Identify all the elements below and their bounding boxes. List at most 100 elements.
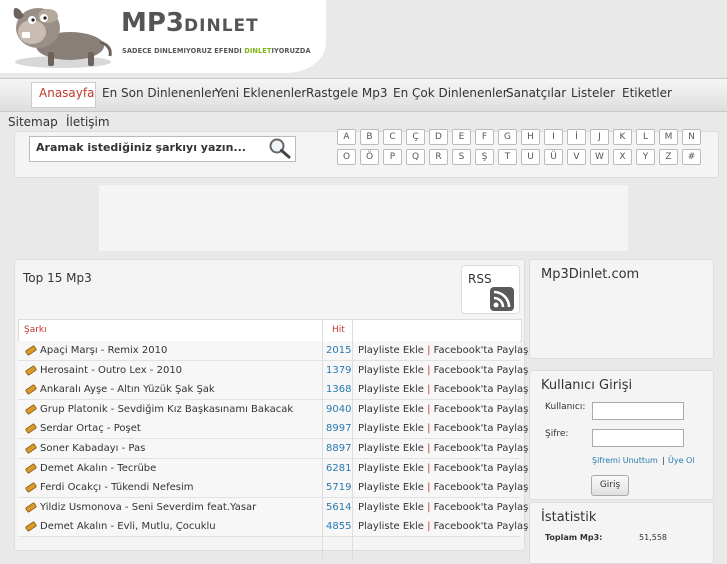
letter-button[interactable]: L — [636, 129, 655, 145]
song-title-link[interactable]: Herosaint - Outro Lex - 2010 — [40, 365, 182, 376]
letter-button[interactable]: D — [429, 129, 448, 145]
add-to-playlist-link[interactable]: Playliste Ekle — [358, 404, 424, 415]
letter-button[interactable]: S — [452, 149, 471, 165]
song-title-link[interactable]: Serdar Ortaç - Poşet — [40, 423, 141, 434]
letter-button[interactable]: J — [590, 129, 609, 145]
nav-item-en-cok-dinlenenler[interactable]: En Çok Dinlenenler — [393, 86, 508, 100]
row-actions: Playliste Ekle | Facebook'ta Paylaş — [358, 345, 528, 356]
letter-button[interactable]: P — [383, 149, 402, 165]
table-row: Demet Akalın - Evli, Mutlu, Çocuklu 4855 P… — [18, 517, 528, 538]
song-title-link[interactable]: Demet Akalın - Evli, Mutlu, Çocuklu — [40, 521, 216, 532]
letter-button[interactable]: Ü — [544, 149, 563, 165]
site-title: Mp3Dinlet.com — [541, 267, 640, 282]
password-field[interactable] — [592, 429, 684, 447]
table-row: Soner Kabadayı - Pas 8897 Playliste Ekle |… — [18, 439, 528, 459]
sheep-mascot-icon — [13, 8, 112, 68]
password-label: Şifre: — [545, 429, 569, 439]
nav-item-listeler[interactable]: Listeler — [571, 86, 615, 100]
rss-icon[interactable] — [490, 287, 514, 311]
letter-button[interactable]: Q — [406, 149, 425, 165]
table-row: Ankaralı Ayşe - Altın Yüzük Şak Şak 13681… — [18, 380, 528, 401]
letter-button[interactable]: E — [452, 129, 471, 145]
share-facebook-link[interactable]: Facebook'ta Paylaş — [434, 365, 529, 376]
row-actions: Playliste Ekle | Facebook'ta Paylaş — [358, 502, 528, 513]
letter-button[interactable]: M — [659, 129, 678, 145]
share-facebook-link[interactable]: Facebook'ta Paylaş — [434, 482, 529, 493]
add-to-playlist-link[interactable]: Playliste Ekle — [358, 443, 424, 454]
letter-button[interactable]: I — [544, 129, 563, 145]
site-logo[interactable]: MP3DINLET — [121, 8, 259, 38]
letter-button[interactable]: B — [360, 129, 379, 145]
nav-item-anasayfa[interactable]: Anasayfa — [39, 86, 94, 100]
action-separator: | — [423, 403, 434, 415]
share-facebook-link[interactable]: Facebook'ta Paylaş — [434, 443, 529, 454]
share-facebook-link[interactable]: Facebook'ta Paylaş — [434, 384, 529, 395]
share-facebook-link[interactable]: Facebook'ta Paylaş — [434, 463, 529, 474]
letter-button[interactable]: W — [590, 149, 609, 165]
column-divider — [352, 319, 353, 559]
iletisim-link[interactable]: İletişim — [66, 115, 110, 129]
nav-item-yeni-eklenenler[interactable]: Yeni Eklenenler — [215, 86, 306, 100]
forgot-password-link[interactable]: Şifremi Unuttum — [592, 456, 658, 465]
share-facebook-link[interactable]: Facebook'ta Paylaş — [434, 345, 529, 356]
search-placeholder: Aramak istediğiniz şarkıyı yazın... — [36, 141, 246, 154]
letter-button[interactable]: Ö — [360, 149, 379, 165]
add-to-playlist-link[interactable]: Playliste Ekle — [358, 365, 424, 376]
register-link[interactable]: Üye Ol — [668, 456, 695, 465]
song-title-link[interactable]: Demet Akalın - Tecrübe — [40, 463, 156, 474]
column-header-song[interactable]: Şarkı — [24, 325, 47, 335]
letter-button[interactable]: A — [337, 129, 356, 145]
letter-button[interactable]: K — [613, 129, 632, 145]
letter-button[interactable]: T — [498, 149, 517, 165]
table-row: Demet Akalın - Tecrübe 6281 Playliste Ekle… — [18, 458, 528, 479]
action-separator: | — [423, 482, 434, 494]
share-facebook-link[interactable]: Facebook'ta Paylaş — [434, 521, 529, 532]
letter-button[interactable]: R — [429, 149, 448, 165]
column-header-hit[interactable]: Hit — [332, 325, 345, 335]
letter-button[interactable]: X — [613, 149, 632, 165]
letter-button[interactable]: V — [567, 149, 586, 165]
add-to-playlist-link[interactable]: Playliste Ekle — [358, 423, 424, 434]
nav-item-rastgele-mp3[interactable]: Rastgele Mp3 — [306, 86, 388, 100]
add-to-playlist-link[interactable]: Playliste Ekle — [358, 345, 424, 356]
letter-button[interactable]: Ç — [406, 129, 425, 145]
nav-item-sanatcilar[interactable]: Sanatçılar — [506, 86, 566, 100]
add-to-playlist-link[interactable]: Playliste Ekle — [358, 463, 424, 474]
letter-button[interactable]: O — [337, 149, 356, 165]
action-separator: | — [423, 501, 434, 513]
letter-button[interactable]: H — [521, 129, 540, 145]
song-title-link[interactable]: Grup Platonik - Sevdiğim Kız Başkasınamı… — [40, 404, 293, 415]
rss-label[interactable]: RSS — [468, 272, 492, 286]
slogan: SADECE DINLEMIYORUZ EFENDI DINLETIYORUZD… — [122, 47, 311, 55]
total-mp3-label: Toplam Mp3: — [545, 533, 603, 542]
letter-button[interactable]: U — [521, 149, 540, 165]
share-facebook-link[interactable]: Facebook'ta Paylaş — [434, 502, 529, 513]
letter-button[interactable]: F — [475, 129, 494, 145]
nav-item-en-son-dinlenenler[interactable]: En Son Dinlenenler — [102, 86, 217, 100]
song-title-link[interactable]: Ferdi Ocakçı - Tükendi Nefesim — [40, 482, 193, 493]
username-field[interactable] — [592, 402, 684, 420]
letter-button[interactable]: G — [498, 129, 517, 145]
add-to-playlist-link[interactable]: Playliste Ekle — [358, 482, 424, 493]
song-title-link[interactable]: Apaçi Marşı - Remix 2010 — [40, 345, 167, 356]
login-button[interactable]: Giriş — [591, 475, 629, 496]
letter-button[interactable]: C — [383, 129, 402, 145]
music-note-icon — [25, 521, 37, 532]
letter-button[interactable]: Z — [659, 149, 678, 165]
sitemap-link[interactable]: Sitemap — [8, 115, 58, 129]
nav-item-etiketler[interactable]: Etiketler — [622, 86, 672, 100]
share-facebook-link[interactable]: Facebook'ta Paylaş — [434, 423, 529, 434]
letter-button[interactable]: N — [682, 129, 701, 145]
add-to-playlist-link[interactable]: Playliste Ekle — [358, 502, 424, 513]
song-title-link[interactable]: Ankaralı Ayşe - Altın Yüzük Şak Şak — [40, 384, 215, 395]
search-icon[interactable] — [268, 137, 292, 159]
letter-button[interactable]: Ş — [475, 149, 494, 165]
letter-button[interactable]: İ — [567, 129, 586, 145]
letter-button[interactable]: # — [682, 149, 701, 165]
letter-button[interactable]: Y — [636, 149, 655, 165]
add-to-playlist-link[interactable]: Playliste Ekle — [358, 521, 424, 532]
share-facebook-link[interactable]: Facebook'ta Paylaş — [434, 404, 529, 415]
song-title-link[interactable]: Yildiz Usmonova - Seni Severdim feat.Yas… — [40, 502, 256, 513]
add-to-playlist-link[interactable]: Playliste Ekle — [358, 384, 424, 395]
song-title-link[interactable]: Soner Kabadayı - Pas — [40, 443, 145, 454]
